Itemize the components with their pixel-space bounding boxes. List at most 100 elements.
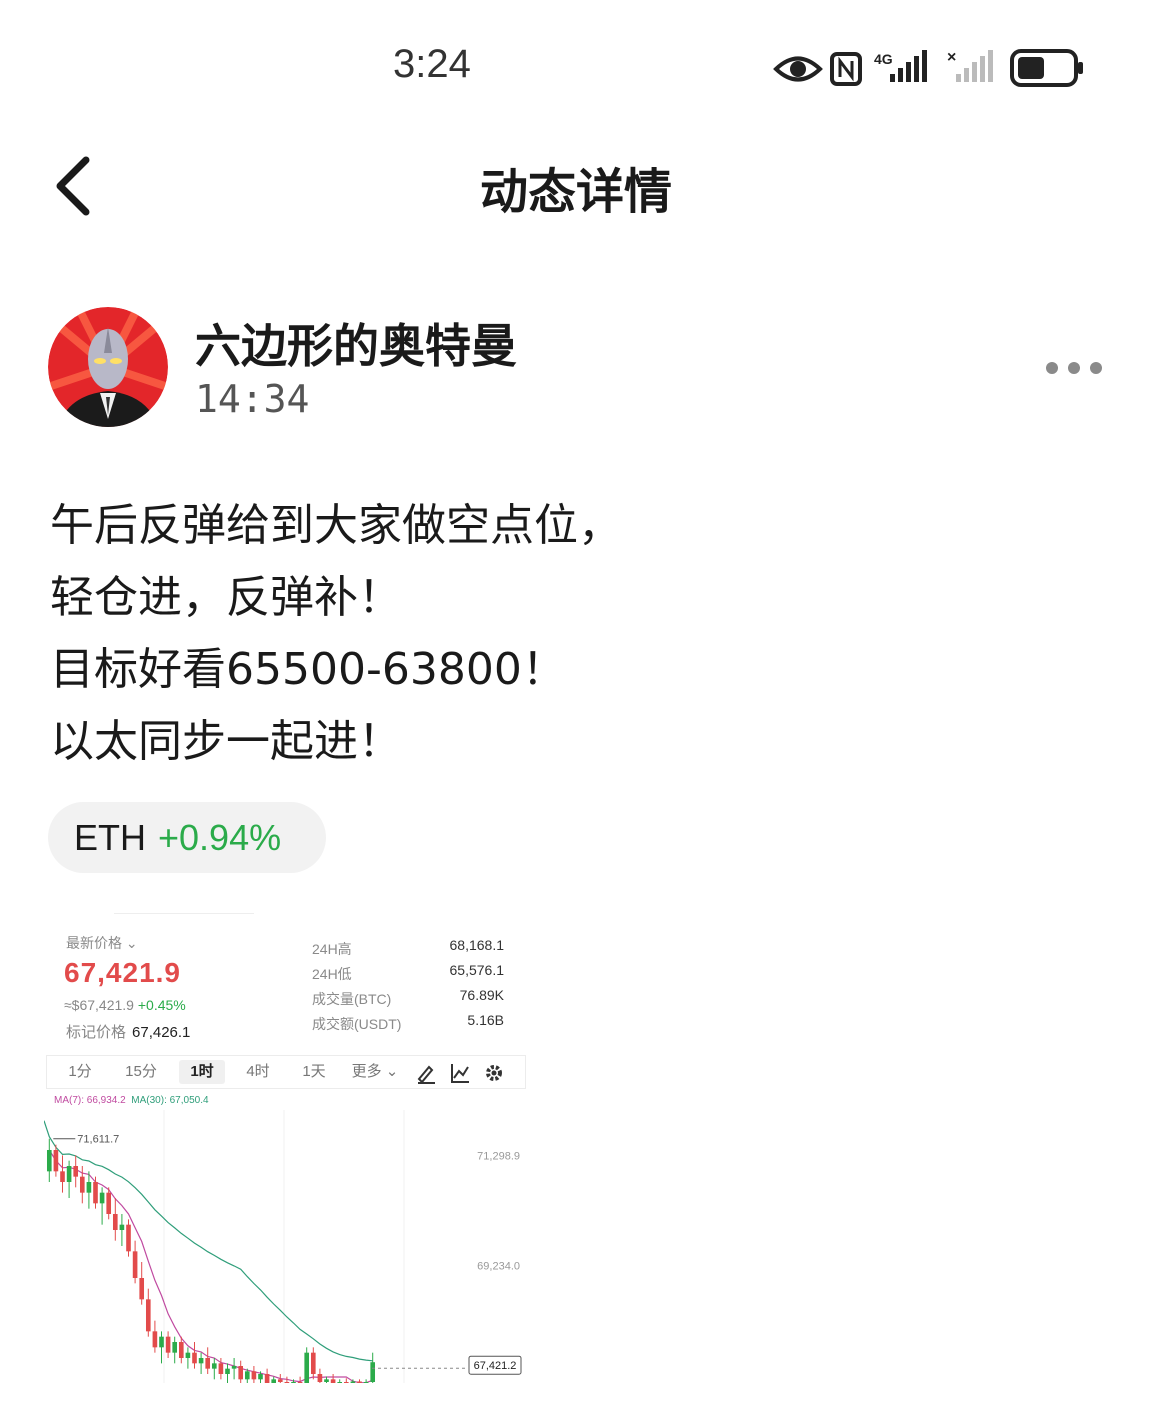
candle-body <box>218 1363 224 1374</box>
tab-more[interactable]: 更多 ⌄ <box>343 1056 407 1088</box>
candle-body <box>145 1299 151 1332</box>
candle-body <box>73 1166 79 1177</box>
candle-body <box>192 1352 197 1364</box>
tab-1m[interactable]: 1分 <box>57 1056 103 1088</box>
ma-legend: MA(7): 66,934.2 MA(30): 67,050.4 <box>54 1095 209 1106</box>
candle-body <box>357 1381 362 1383</box>
candle-body <box>244 1371 250 1380</box>
candle-body <box>159 1336 164 1348</box>
indicator-icon[interactable] <box>449 1062 471 1084</box>
candle-body <box>93 1182 98 1204</box>
tab-15m[interactable]: 15分 <box>113 1056 169 1088</box>
candle-body <box>112 1214 118 1230</box>
candle-body <box>264 1374 270 1383</box>
candle-body <box>271 1379 277 1383</box>
candle-body <box>99 1192 105 1204</box>
page-title: 动态详情 <box>479 164 672 220</box>
candle-body <box>132 1251 138 1278</box>
approx-price: ≈$67,421.9 +0.45% <box>64 997 186 1013</box>
status-bar-icons: 4G × <box>773 49 1083 87</box>
candle-body <box>297 1382 303 1383</box>
candle-body <box>86 1182 92 1193</box>
draw-tool-icon[interactable] <box>415 1062 437 1084</box>
more-dots-icon <box>1046 362 1102 374</box>
stat-label: 成交额(USDT) <box>312 1016 402 1032</box>
stat-value: 68,168.1 <box>449 937 505 953</box>
candle-body <box>337 1382 343 1383</box>
stat-label: 24H低 <box>312 966 352 982</box>
mark-price: 标记价格 67,426.1 <box>66 1024 191 1041</box>
candle-body <box>343 1382 349 1383</box>
price-axis-label: 71,298.9 <box>477 1150 520 1162</box>
no-signal-icon: × <box>947 49 993 82</box>
price-axis-label: 69,234.0 <box>477 1261 520 1273</box>
coin-tag[interactable]: ETH +0.94% <box>48 802 326 873</box>
candle-body <box>139 1278 145 1300</box>
ma7-line <box>48 1149 373 1383</box>
candle-body <box>198 1358 204 1364</box>
candle-body <box>152 1331 158 1348</box>
candle-body <box>251 1371 257 1380</box>
stat-value: 65,576.1 <box>449 962 505 978</box>
author-name[interactable]: 六边形的奥特曼 <box>195 310 517 376</box>
more-button[interactable] <box>1040 352 1110 384</box>
candle-body <box>205 1358 211 1369</box>
candle-body <box>126 1224 131 1252</box>
embedded-chart-image[interactable]: 最新价格 ⌄ 67,421.9 ≈$67,421.9 +0.45% 标记价格 67… <box>44 905 528 1383</box>
candle-body <box>258 1374 263 1380</box>
tab-4h[interactable]: 4时 <box>235 1056 281 1088</box>
candle-body <box>119 1224 125 1230</box>
candle-body <box>324 1379 329 1382</box>
post-body: 午后反弹给到大家做空点位， 轻仓进，反弹补！ 目标好看65500-63800！ … <box>50 490 1110 778</box>
eye-icon <box>773 56 823 82</box>
candle-body <box>178 1342 184 1358</box>
candle-body <box>60 1171 65 1182</box>
coin-change: +0.94% <box>158 817 282 858</box>
post-line: 轻仓进，反弹补！ <box>50 572 402 623</box>
candle-body <box>310 1352 316 1374</box>
candle-body <box>79 1176 85 1193</box>
settings-gear-icon[interactable] <box>483 1062 505 1084</box>
tab-1h[interactable]: 1时 <box>179 1060 225 1084</box>
nfc-icon <box>830 52 862 86</box>
candle-body <box>231 1366 237 1369</box>
image-top-edge <box>114 907 254 914</box>
candle-body <box>106 1192 112 1214</box>
last-price: 67,421.9 <box>64 957 181 988</box>
candle-body <box>225 1368 230 1374</box>
avatar[interactable] <box>48 307 168 427</box>
candle-body <box>238 1366 244 1380</box>
stat-label: 成交量(BTC) <box>312 991 392 1007</box>
battery-icon <box>1010 49 1083 87</box>
current-price-label: 67,421.2 <box>474 1360 517 1372</box>
candle-body <box>66 1166 72 1182</box>
candlestick-chart: 71,611.7 71,298.9 69,234.0 67,421.2 <box>44 1110 522 1383</box>
high-marker-label: 71,611.7 <box>77 1134 119 1146</box>
avatar-image <box>48 307 168 427</box>
coin-symbol: ETH <box>74 817 146 858</box>
post-line: 午后反弹给到大家做空点位， <box>50 500 622 551</box>
stat-value: 76.89K <box>459 987 504 1003</box>
candle-body <box>363 1382 369 1383</box>
candle-body <box>172 1342 178 1353</box>
post-line: 目标好看65500-63800！ <box>50 644 566 695</box>
post-line: 以太同步一起进！ <box>50 716 402 767</box>
candle-body <box>46 1150 52 1172</box>
approx-change: +0.45% <box>137 997 186 1013</box>
tab-1d[interactable]: 1天 <box>291 1056 337 1088</box>
ma30-line <box>44 1120 373 1362</box>
candle-body <box>284 1382 290 1383</box>
post-time: 14:34 <box>195 377 310 421</box>
last-price-label: 最新价格 ⌄ <box>66 935 138 951</box>
stat-label: 24H高 <box>312 941 352 957</box>
svg-text:×: × <box>947 49 956 66</box>
candle-body <box>370 1362 376 1382</box>
signal-icon: 4G <box>874 50 927 82</box>
stat-value: 5.16B <box>467 1012 504 1028</box>
candle-body <box>165 1336 171 1353</box>
candle-body <box>304 1352 310 1383</box>
candle-body <box>53 1150 59 1172</box>
candle-body <box>317 1374 323 1382</box>
status-bar-time: 3:24 <box>393 42 471 86</box>
interval-tabs: 1分 15分 1时 4时 1天 更多 ⌄ <box>46 1055 526 1089</box>
